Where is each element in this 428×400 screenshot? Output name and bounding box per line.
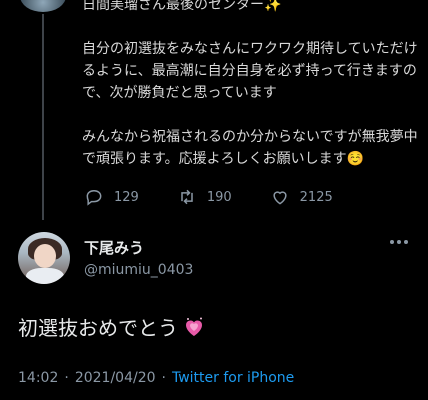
reply-handle[interactable]: @miumiu_0403 xyxy=(84,262,193,278)
reply-tweet-meta: 14:02 · 2021/04/20 · Twitter for iPhone xyxy=(18,370,294,386)
sparkling-heart-icon xyxy=(186,317,202,336)
heart-icon xyxy=(273,191,287,205)
retweet-icon xyxy=(181,189,193,205)
reply-icon xyxy=(86,189,102,206)
retweet-count: 190 xyxy=(206,189,232,205)
parent-tweet-paragraph-3: みんなから祝福されるのか分からないですが無我夢中で頑張ります。応援よろしくお願い… xyxy=(82,129,418,167)
reply-avatar[interactable] xyxy=(18,232,70,284)
retweet-button[interactable]: 190 xyxy=(177,187,232,207)
reply-button[interactable]: 129 xyxy=(84,187,139,207)
like-count: 2125 xyxy=(299,189,333,205)
meta-separator: · xyxy=(64,370,69,386)
parent-tweet-actions: 129 190 2125 xyxy=(84,186,371,208)
tweet-date: 2021/04/20 xyxy=(74,370,156,386)
parent-tweet-text: 日間美瑠さん最後のセンター✨ 自分の初選抜をみなさんにワクワク期待していただける… xyxy=(82,0,428,170)
like-button[interactable]: 2125 xyxy=(270,187,333,207)
parent-avatar[interactable] xyxy=(20,0,66,12)
more-options-icon[interactable] xyxy=(390,240,408,244)
tweet-source-link[interactable]: Twitter for iPhone xyxy=(172,370,294,386)
thread-connector-line xyxy=(42,14,44,220)
reply-display-name[interactable]: 下尾みう xyxy=(84,237,144,258)
parent-tweet-paragraph-2: 自分の初選抜をみなさんにワクワク期待していただけるように、最高潮に自分自身を必ず… xyxy=(82,41,418,101)
meta-separator-2: · xyxy=(161,370,166,386)
reply-text: 初選抜おめでとう xyxy=(18,316,178,340)
reply-tweet-text: 初選抜おめでとう xyxy=(18,312,206,341)
tweet-time: 14:02 xyxy=(18,370,59,386)
reply-count: 129 xyxy=(114,189,139,205)
parent-tweet-line1: 日間美瑠さん最後のセンター✨ xyxy=(82,0,282,13)
